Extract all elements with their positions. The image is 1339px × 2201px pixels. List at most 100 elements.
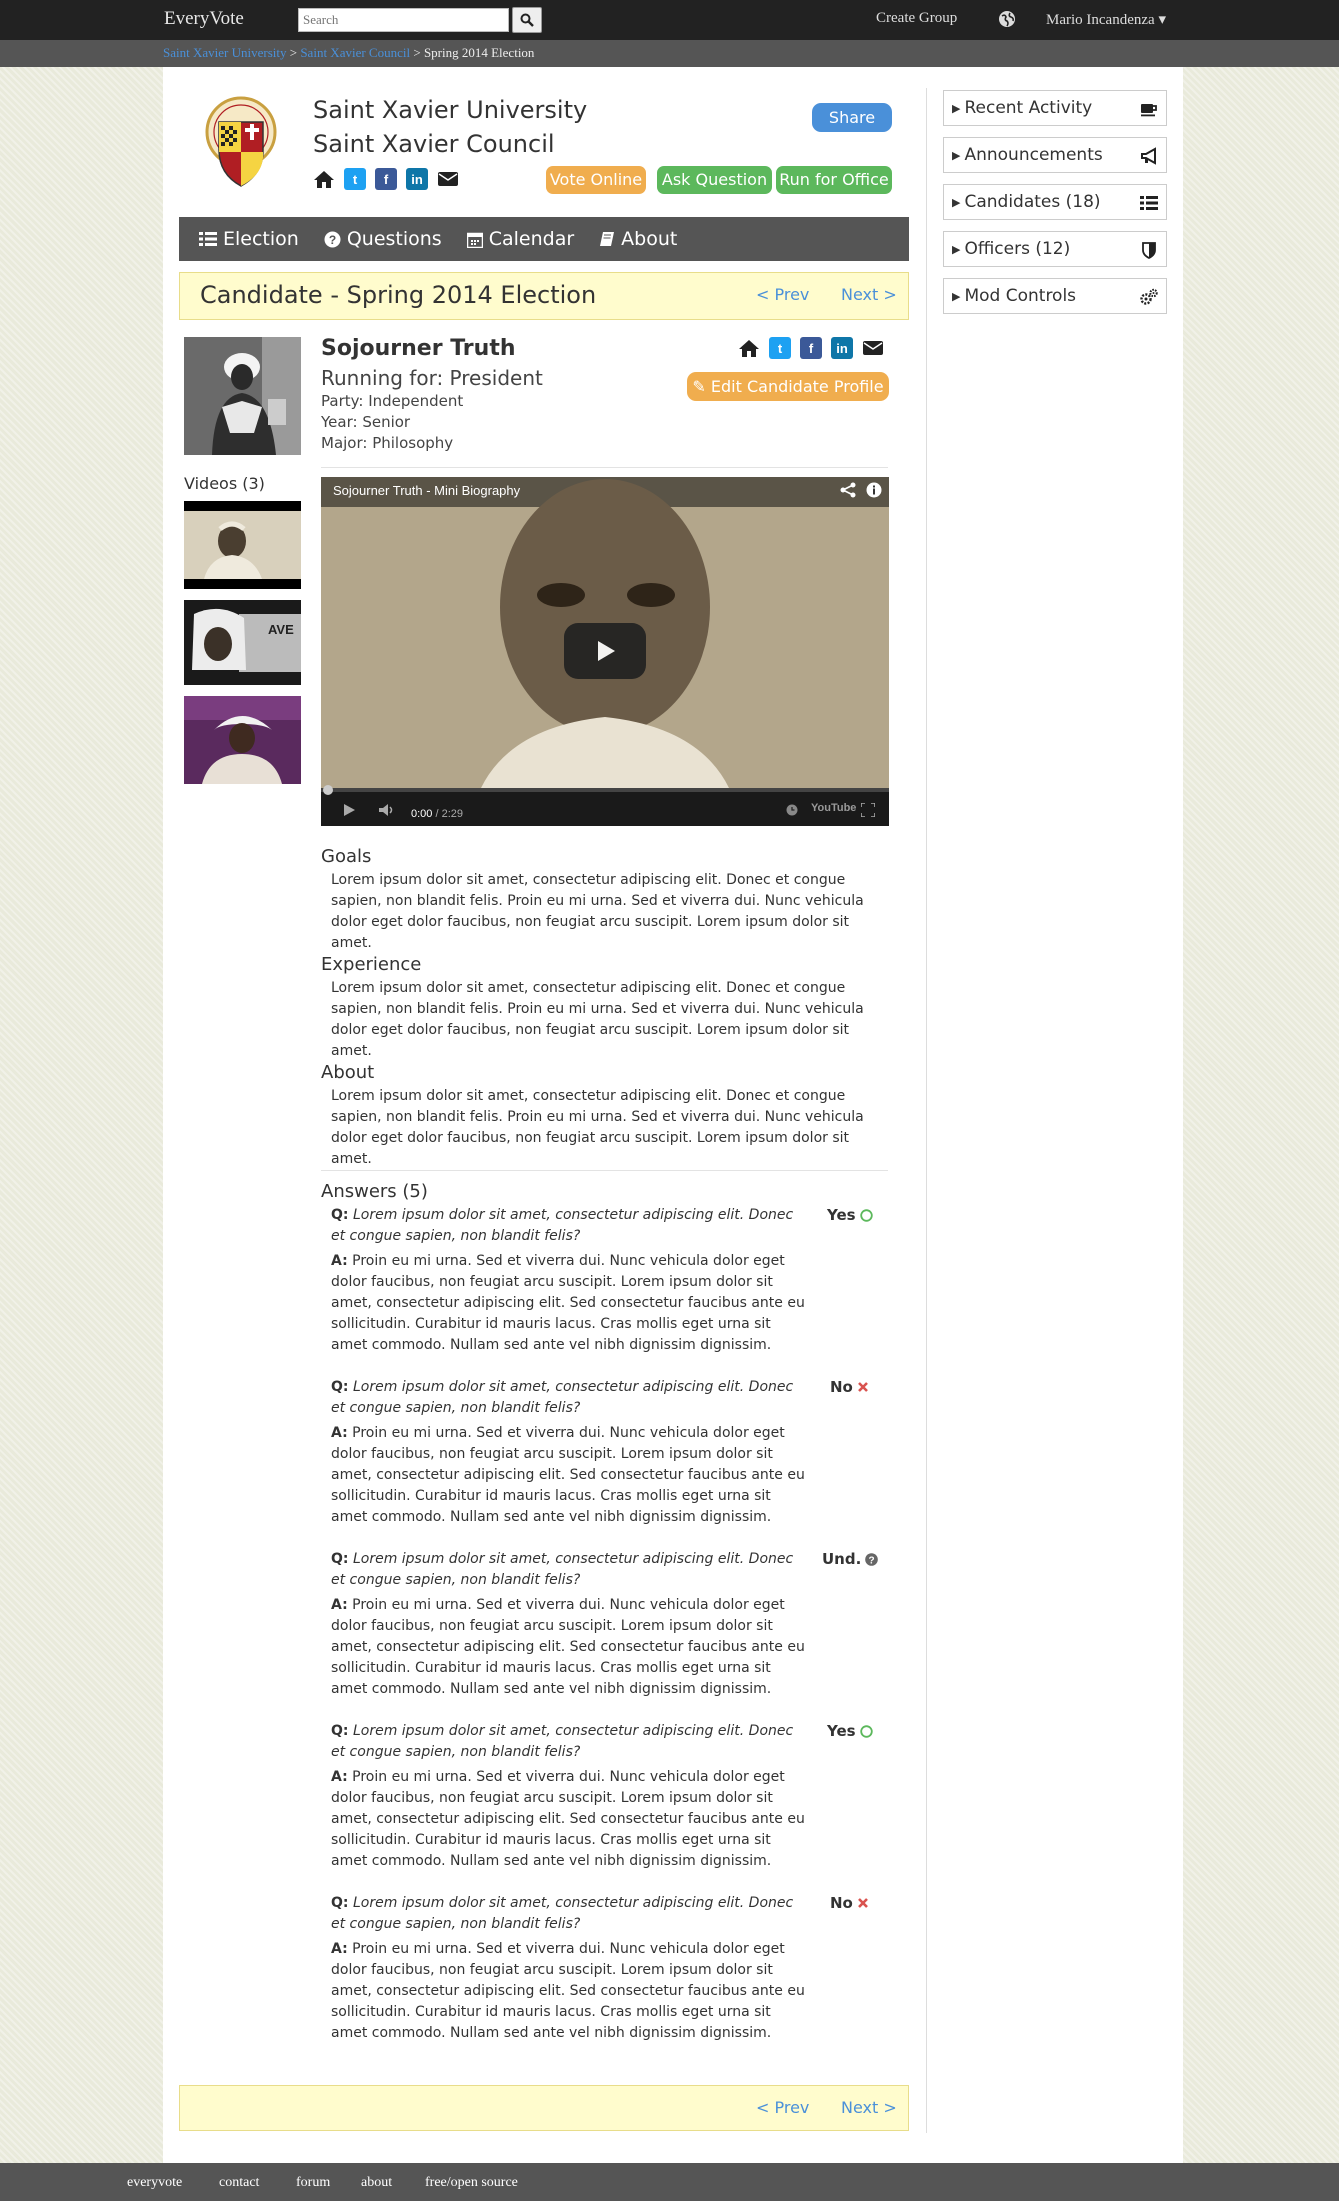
sidebar-item-label: Announcements [964,145,1103,165]
footer-link-forum[interactable]: forum [296,2175,330,2191]
next-link[interactable]: Next > [841,285,897,304]
volume-icon[interactable] [379,804,395,816]
about-text: Lorem ipsum dolor sit amet, consectetur … [331,1088,864,1167]
envelope-icon[interactable] [862,337,884,359]
sidebar-item-label: Candidates (18) [964,192,1101,212]
divider [321,467,888,468]
share-icon[interactable] [840,482,856,498]
sidebar-item-officers[interactable]: ▶ Officers (12) [943,231,1167,267]
breadcrumb-council[interactable]: Saint Xavier Council [300,45,410,60]
svg-text:AVE: AVE [268,622,294,637]
video-thumbnail[interactable] [184,696,301,784]
q-prefix: Q: [331,1379,349,1395]
play-button[interactable] [564,623,646,679]
svg-text:?: ? [329,233,336,247]
tab-questions[interactable]: ? Questions [324,228,442,250]
brand-logo[interactable]: EveryVote [164,8,244,30]
linkedin-icon[interactable]: in [406,168,428,190]
facebook-icon[interactable]: f [800,337,822,359]
prev-link[interactable]: < Prev [756,2098,809,2117]
answer-text: A: Proin eu mi urna. Sed et viverra dui.… [331,1595,808,1700]
vote-online-button[interactable]: Vote Online [546,166,646,194]
twitter-icon[interactable]: t [769,337,791,359]
sidebar-item-label: Mod Controls [964,286,1077,306]
fullscreen-icon[interactable] [861,803,875,817]
video-progress-track[interactable] [321,788,889,792]
answer-text: Proin eu mi urna. Sed et viverra dui. Nu… [331,1253,805,1353]
tab-about-label: About [621,228,678,250]
check-circle-icon [859,1208,873,1222]
edit-candidate-profile-button[interactable]: ✎ Edit Candidate Profile [687,372,889,401]
footer-link-about[interactable]: about [361,2175,392,2191]
sidebar-item-candidates[interactable]: ▶ Candidates (18) [943,184,1167,220]
calendar-icon [466,232,483,248]
ask-question-button[interactable]: Ask Question [657,166,772,194]
footer-link-contact[interactable]: contact [219,2175,259,2191]
next-link[interactable]: Next > [841,2098,897,2117]
footer-link-source[interactable]: free/open source [425,2175,518,2191]
a-prefix: A: [331,1769,348,1785]
globe-icon[interactable] [998,10,1016,28]
question-text: Lorem ipsum dolor sit amet, consectetur … [331,1723,794,1760]
home-icon[interactable] [313,168,335,190]
tab-election[interactable]: Election [199,228,299,250]
sidebar-item-label: Recent Activity [964,98,1093,118]
tab-about[interactable]: About [599,228,677,250]
video-thumbnail[interactable] [184,501,301,589]
share-button[interactable]: Share [812,103,892,132]
facebook-icon[interactable]: f [375,168,397,190]
user-menu[interactable]: Mario Incandenza ▾ [1046,10,1166,29]
envelope-icon[interactable] [437,168,459,190]
search-icon [520,13,534,27]
coffee-icon [1141,104,1157,117]
council-name: Saint Xavier Council [313,130,555,158]
answer-text: Proin eu mi urna. Sed et viverra dui. Nu… [331,1425,805,1525]
watch-later-icon[interactable] [786,804,798,816]
answer-stance: Und.? [822,1550,879,1568]
stance-label: Yes [827,1722,856,1740]
caret-right-icon: ▶ [952,242,961,256]
play-icon[interactable] [343,804,355,816]
prev-link[interactable]: < Prev [756,285,809,304]
q-prefix: Q: [331,1207,349,1223]
video-title: Sojourner Truth - Mini Biography [333,483,521,498]
a-prefix: A: [331,1597,348,1613]
candidate-photo [184,337,301,455]
answer-stance: No [830,1894,869,1912]
linkedin-icon[interactable]: in [831,337,853,359]
search-input[interactable] [298,8,509,32]
cogs-icon [1140,288,1158,305]
video-player[interactable]: Sojourner Truth - Mini Biography 0:00 / … [321,477,889,826]
footer-link-everyvote[interactable]: everyvote [127,2175,182,2191]
youtube-logo[interactable]: YouTube [811,802,856,814]
caret-right-icon: ▶ [952,195,961,209]
answer-text: A: Proin eu mi urna. Sed et viverra dui.… [331,1939,808,2044]
video-progress-handle[interactable] [323,785,333,795]
search-button[interactable] [512,7,542,33]
column-divider [926,88,927,2133]
caret-right-icon: ▶ [952,101,961,115]
home-icon[interactable] [738,337,760,359]
tab-calendar[interactable]: Calendar [466,228,574,250]
list-icon [199,232,217,246]
answer-stance: Yes [827,1722,873,1740]
stance-label: No [830,1378,853,1396]
experience-heading: Experience [321,954,422,975]
question-text: Q: Lorem ipsum dolor sit amet, consectet… [331,1549,803,1591]
goals-text: Lorem ipsum dolor sit amet, consectetur … [331,872,864,951]
breadcrumb-university[interactable]: Saint Xavier University [163,45,286,60]
breadcrumb: Saint Xavier University > Saint Xavier C… [0,40,1339,67]
twitter-icon[interactable]: t [344,168,366,190]
run-for-office-button[interactable]: Run for Office [776,166,892,194]
sidebar-item-mod-controls[interactable]: ▶ Mod Controls [943,278,1167,314]
stance-label: Und. [822,1550,862,1568]
sidebar-item-recent-activity[interactable]: ▶ Recent Activity [943,90,1167,126]
stance-label: No [830,1894,853,1912]
create-group-link[interactable]: Create Group [876,10,957,27]
info-icon[interactable] [866,482,882,498]
sidebar-item-announcements[interactable]: ▶ Announcements [943,137,1167,173]
edit-icon: ✎ [692,377,711,396]
video-thumbnail[interactable]: AVE [184,600,301,685]
video-time-current: 0:00 [411,808,433,820]
shield-icon [1142,242,1156,259]
